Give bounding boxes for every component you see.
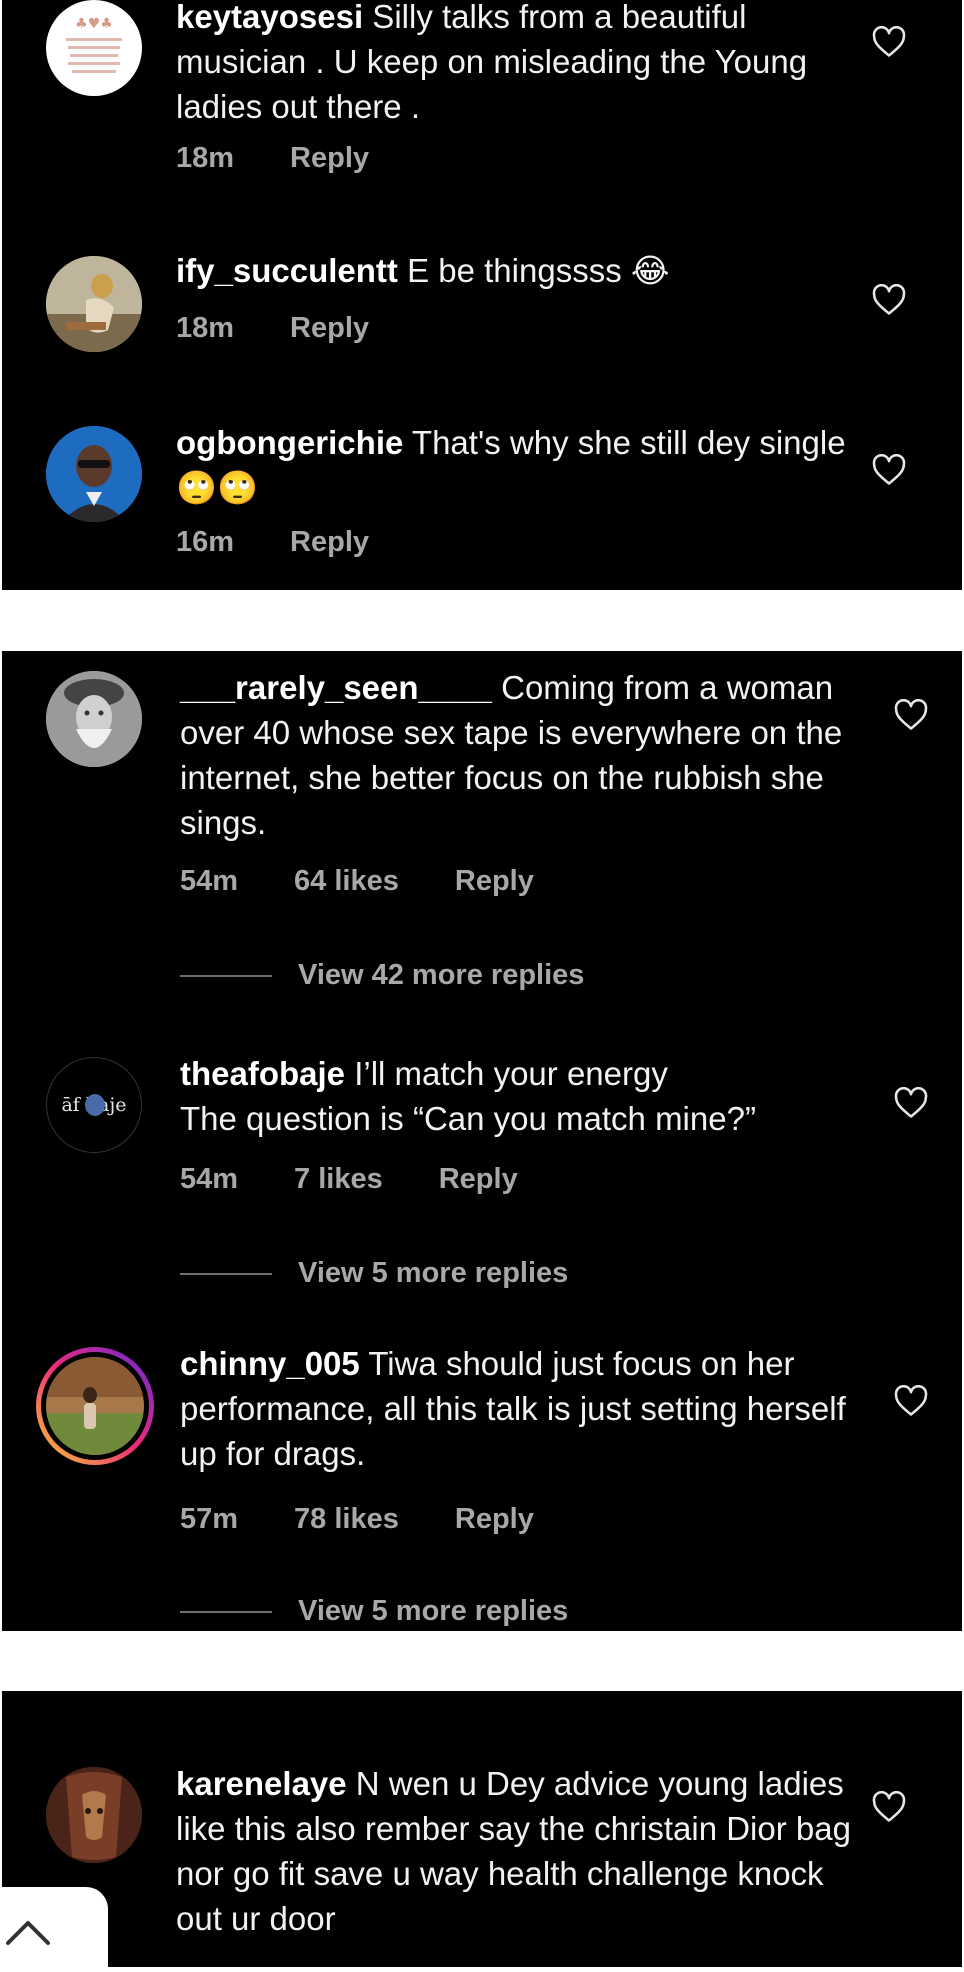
heart-icon[interactable] <box>872 453 906 486</box>
comment-text: chinny_005 Tiwa should just focus on her… <box>180 1341 852 1476</box>
view-replies-label: View 42 more replies <box>298 959 585 991</box>
scroll-to-top-button[interactable] <box>0 1887 108 1967</box>
comment-username[interactable]: ___rarely_seen____ <box>180 669 492 706</box>
comment-username[interactable]: chinny_005 <box>180 1345 360 1382</box>
comments-panel-2: ___rarely_seen____ Coming from a woman o… <box>2 651 962 1631</box>
comment-text: ify_succulentt E be thingssss 😂 <box>176 248 852 293</box>
heart-icon[interactable] <box>872 25 906 58</box>
avatar[interactable] <box>46 671 142 767</box>
comment-text: keytayosesi Silly talks from a beautiful… <box>176 0 852 129</box>
comment-username[interactable]: ogbongerichie <box>176 424 403 461</box>
comment-time: 18m <box>176 142 235 174</box>
comment-time: 16m <box>176 526 235 558</box>
view-replies-button[interactable]: View 5 more replies <box>180 1595 568 1628</box>
comment-text: karenelaye N wen u Dey advice young ladi… <box>176 1761 852 1941</box>
comments-panel-3: karenelaye N wen u Dey advice young ladi… <box>2 1691 962 1967</box>
comment-body: E be thingssss 😂 <box>397 252 670 289</box>
comment-text: ogbongerichie That's why she still dey s… <box>176 420 852 510</box>
divider-line <box>180 974 272 977</box>
view-replies-button[interactable]: View 42 more replies <box>180 959 584 992</box>
heart-icon[interactable] <box>894 698 928 731</box>
avatar[interactable]: ♣♥♣ <box>46 0 142 96</box>
avatar[interactable] <box>46 256 142 352</box>
like-count[interactable]: 64 likes <box>294 865 399 898</box>
comments-panel-1: ♣♥♣ keytayosesi Silly talks from a beaut… <box>2 0 962 590</box>
view-replies-label: View 5 more replies <box>298 1595 569 1627</box>
comment-username[interactable]: karenelaye <box>176 1765 347 1802</box>
comment-text: theafobaje I’ll match your energy The qu… <box>180 1051 852 1141</box>
divider-line <box>180 1610 272 1613</box>
comment-username[interactable]: theafobaje <box>180 1055 345 1092</box>
reply-button[interactable]: Reply <box>290 526 369 559</box>
avatar[interactable] <box>46 426 142 522</box>
comment-text: ___rarely_seen____ Coming from a woman o… <box>180 665 852 845</box>
reply-button[interactable]: Reply <box>439 1163 518 1196</box>
heart-icon[interactable] <box>894 1086 928 1119</box>
comment-username[interactable]: keytayosesi <box>176 0 363 35</box>
avatar[interactable] <box>46 1767 142 1863</box>
reply-button[interactable]: Reply <box>290 142 369 175</box>
comment-time: 54m <box>180 1163 239 1195</box>
comment-time: 18m <box>176 312 235 344</box>
chevron-up-icon <box>6 1921 50 1945</box>
reply-button[interactable]: Reply <box>290 312 369 345</box>
like-count[interactable]: 7 likes <box>294 1163 383 1196</box>
avatar-photo <box>85 1094 105 1116</box>
view-replies-button[interactable]: View 5 more replies <box>180 1257 568 1290</box>
heart-icon[interactable] <box>872 1790 906 1823</box>
svg-text:♣♥♣: ♣♥♣ <box>75 16 113 32</box>
divider-line <box>180 1272 272 1275</box>
heart-icon[interactable] <box>872 283 906 316</box>
view-replies-label: View 5 more replies <box>298 1257 569 1289</box>
avatar <box>46 1357 144 1455</box>
comment-time: 57m <box>180 1503 239 1535</box>
heart-icon[interactable] <box>894 1384 928 1417</box>
comment-username[interactable]: ify_succulentt <box>176 252 398 289</box>
reply-button[interactable]: Reply <box>455 1503 534 1536</box>
comment-time: 54m <box>180 865 239 897</box>
reply-button[interactable]: Reply <box>455 865 534 898</box>
avatar[interactable]: āf baje <box>46 1057 142 1153</box>
story-ring[interactable] <box>36 1347 154 1465</box>
like-count[interactable]: 78 likes <box>294 1503 399 1536</box>
